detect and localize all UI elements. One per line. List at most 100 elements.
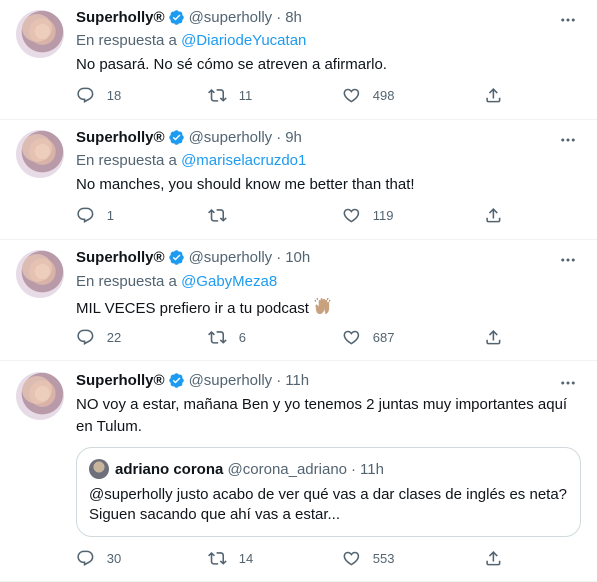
avatar[interactable] bbox=[16, 130, 64, 178]
like-count: 119 bbox=[372, 207, 394, 223]
reply-icon[interactable] bbox=[76, 86, 95, 105]
tweet-text-line: en Tulum. bbox=[76, 418, 142, 435]
tweet-text: No manches, you should know me better th… bbox=[76, 175, 579, 195]
quoted-tweet[interactable]: adriano corona @corona_adriano · 11h @super… bbox=[76, 447, 581, 537]
retweet-count: 14 bbox=[238, 550, 254, 566]
tweet[interactable]: Superholly® @superholly · 11h NO voy a estar… bbox=[0, 361, 597, 582]
separator-dot: · bbox=[276, 372, 282, 389]
more-icon[interactable] bbox=[557, 373, 579, 393]
timestamp[interactable]: 8h bbox=[285, 9, 302, 26]
raising-hands-icon bbox=[313, 296, 332, 321]
like-icon[interactable] bbox=[342, 549, 361, 568]
share-button[interactable] bbox=[484, 549, 503, 568]
reply-context: En respuesta a @mariselacruzdo1 bbox=[76, 152, 306, 169]
reply-mention-link[interactable]: @DiariodeYucatan bbox=[181, 32, 306, 49]
avatar[interactable] bbox=[16, 10, 64, 58]
quoted-text-line: Siguen sacando que ahí vas a estar... bbox=[89, 506, 341, 523]
reply-button[interactable]: 18 bbox=[76, 86, 121, 105]
tweet-actions: 22 6 687 bbox=[76, 328, 506, 348]
reply-context: En respuesta a @GabyMeza8 bbox=[76, 273, 277, 290]
reply-prefix: En respuesta a bbox=[76, 32, 177, 49]
tweet[interactable]: Superholly® @superholly · 8h En respuesta a … bbox=[0, 0, 597, 120]
reply-mention-link[interactable]: @mariselacruzdo1 bbox=[181, 152, 306, 169]
tweet-actions: 30 14 553 bbox=[76, 549, 506, 569]
quoted-avatar bbox=[89, 459, 109, 479]
reply-count: 30 bbox=[106, 550, 122, 566]
retweet-icon[interactable] bbox=[208, 206, 227, 225]
more-icon[interactable] bbox=[557, 250, 579, 270]
quoted-author-name: adriano corona bbox=[115, 460, 224, 478]
retweet-icon[interactable] bbox=[208, 549, 227, 568]
reply-context: En respuesta a @DiariodeYucatan bbox=[76, 32, 306, 49]
reply-icon[interactable] bbox=[76, 328, 95, 347]
retweet-button[interactable] bbox=[208, 206, 239, 225]
reply-count: 18 bbox=[106, 87, 122, 103]
tweet-text-line: NO voy a estar, mañana Ben y yo tenemos … bbox=[76, 396, 568, 413]
author-handle[interactable]: @superholly bbox=[189, 129, 273, 146]
like-button[interactable]: 687 bbox=[342, 328, 394, 347]
reply-button[interactable]: 22 bbox=[76, 328, 121, 347]
separator-dot: · bbox=[276, 129, 282, 146]
like-count: 553 bbox=[372, 550, 395, 566]
reply-count: 1 bbox=[106, 207, 114, 223]
retweet-button[interactable]: 11 bbox=[208, 86, 252, 105]
author-handle[interactable]: @superholly bbox=[189, 9, 273, 26]
author-name[interactable]: Superholly® bbox=[76, 372, 165, 389]
tweet-actions: 18 11 498 bbox=[76, 86, 506, 106]
reply-button[interactable]: 30 bbox=[76, 549, 121, 568]
tweet-header: Superholly® @superholly · 11h bbox=[76, 372, 309, 389]
separator-dot: · bbox=[351, 460, 357, 478]
avatar[interactable] bbox=[16, 250, 64, 298]
verified-icon bbox=[168, 249, 185, 266]
author-name[interactable]: Superholly® bbox=[76, 129, 165, 146]
share-icon[interactable] bbox=[484, 328, 503, 347]
like-icon[interactable] bbox=[342, 206, 361, 225]
share-icon[interactable] bbox=[484, 206, 503, 225]
like-icon[interactable] bbox=[342, 328, 361, 347]
timestamp[interactable]: 9h bbox=[285, 129, 302, 146]
share-icon[interactable] bbox=[484, 549, 503, 568]
share-icon[interactable] bbox=[484, 86, 503, 105]
share-button[interactable] bbox=[484, 206, 503, 225]
like-button[interactable]: 498 bbox=[342, 86, 394, 105]
reply-icon[interactable] bbox=[76, 549, 95, 568]
separator-dot: · bbox=[276, 249, 282, 266]
separator-dot: · bbox=[276, 9, 282, 26]
author-name[interactable]: Superholly® bbox=[76, 249, 165, 266]
retweet-button[interactable]: 6 bbox=[208, 328, 246, 347]
timeline: Superholly® @superholly · 8h En respuesta a … bbox=[0, 0, 597, 582]
verified-icon bbox=[168, 129, 185, 146]
quoted-timestamp: 11h bbox=[360, 460, 384, 478]
more-icon[interactable] bbox=[557, 130, 579, 150]
share-button[interactable] bbox=[484, 86, 503, 105]
tweet-text-content: MIL VECES prefiero ir a tu podcast bbox=[76, 300, 309, 317]
reply-prefix: En respuesta a bbox=[76, 273, 177, 290]
like-button[interactable]: 553 bbox=[342, 549, 394, 568]
tweet-actions: 1 119 bbox=[76, 206, 506, 226]
like-button[interactable]: 119 bbox=[342, 206, 393, 225]
tweet-text-content: No pasará. No sé cómo se atreven a afirm… bbox=[76, 56, 387, 73]
verified-icon bbox=[168, 372, 185, 389]
author-handle[interactable]: @superholly bbox=[189, 372, 273, 389]
tweet-header: Superholly® @superholly · 9h bbox=[76, 129, 302, 146]
timestamp[interactable]: 11h bbox=[285, 372, 309, 389]
retweet-button[interactable]: 14 bbox=[208, 549, 253, 568]
reply-mention-link[interactable]: @GabyMeza8 bbox=[181, 273, 277, 290]
retweet-icon[interactable] bbox=[208, 328, 227, 347]
retweet-icon[interactable] bbox=[208, 86, 227, 105]
verified-icon bbox=[168, 9, 185, 26]
reply-prefix: En respuesta a bbox=[76, 152, 177, 169]
tweet[interactable]: Superholly® @superholly · 9h En respuesta a … bbox=[0, 120, 597, 240]
like-icon[interactable] bbox=[342, 86, 361, 105]
avatar[interactable] bbox=[16, 372, 64, 420]
timestamp[interactable]: 10h bbox=[285, 249, 310, 266]
share-button[interactable] bbox=[484, 328, 503, 347]
reply-button[interactable]: 1 bbox=[76, 206, 114, 225]
reply-icon[interactable] bbox=[76, 206, 95, 225]
author-handle[interactable]: @superholly bbox=[189, 249, 273, 266]
more-icon[interactable] bbox=[557, 10, 579, 30]
tweet-header: Superholly® @superholly · 10h bbox=[76, 249, 310, 266]
like-count: 498 bbox=[372, 87, 395, 103]
tweet[interactable]: Superholly® @superholly · 10h En respuesta a… bbox=[0, 240, 597, 361]
author-name[interactable]: Superholly® bbox=[76, 9, 165, 26]
